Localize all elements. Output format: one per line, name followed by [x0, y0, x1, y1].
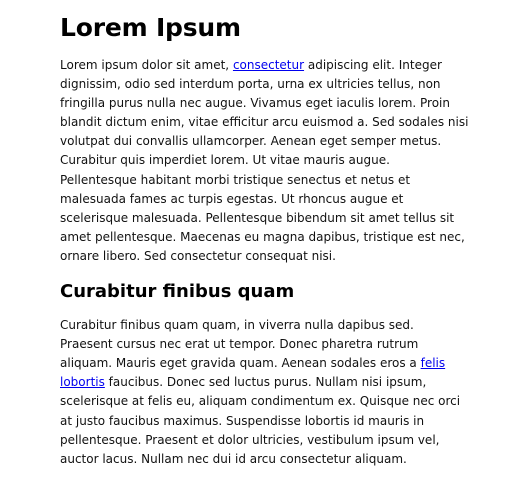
section-text-end: faucibus. Donec sed luctus purus. Nullam… [60, 375, 461, 466]
consectetur-link[interactable]: consectetur [233, 58, 304, 72]
page-title: Lorem Ipsum [60, 13, 241, 42]
section-heading: Curabitur finibus quam [60, 281, 295, 303]
document-page: Lorem Ipsum Lorem ipsum dolor sit amet, … [0, 0, 528, 483]
section-text-start: Curabitur finibus quam quam, in viverra … [60, 318, 421, 371]
intro-text-start: Lorem ipsum dolor sit amet, [60, 58, 233, 72]
section-paragraph: Curabitur finibus quam quam, in viverra … [60, 316, 470, 469]
intro-paragraph: Lorem ipsum dolor sit amet, consectetur … [60, 56, 470, 266]
intro-text-end: adipiscing elit. Integer dignissim, odio… [60, 58, 469, 263]
